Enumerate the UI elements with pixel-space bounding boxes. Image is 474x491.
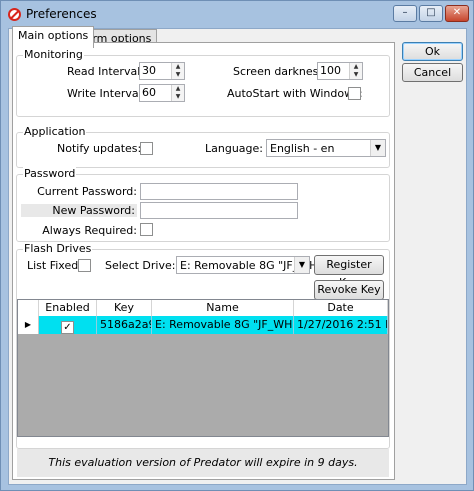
row-selector-icon[interactable]: ▶ <box>18 316 39 334</box>
read-interval-stepper[interactable]: 30 ▲ ▼ <box>139 62 185 80</box>
new-password-input[interactable] <box>140 202 298 219</box>
language-label: Language: <box>205 142 263 155</box>
flash-drives-group-title: Flash Drives <box>23 242 93 255</box>
chevron-down-icon[interactable]: ▼ <box>370 140 385 156</box>
write-interval-arrows[interactable]: ▲ ▼ <box>171 85 184 101</box>
screen-darkness-stepper[interactable]: 100 ▲ ▼ <box>317 62 363 80</box>
application-group: Application Notify updates: Language: En… <box>16 125 390 168</box>
write-interval-value: 60 <box>142 86 156 99</box>
predator-app-icon <box>8 8 21 21</box>
spin-up-icon[interactable]: ▲ <box>172 85 184 93</box>
write-interval-label: Write Interval: <box>67 87 146 100</box>
title-bar[interactable]: Preferences – □ ✕ <box>1 1 473 28</box>
enabled-checkbox[interactable]: ✓ <box>61 321 74 334</box>
select-drive-dropdown[interactable]: E: Removable 8G "JF_WHITE" ▼ <box>176 256 339 274</box>
column-header-enabled[interactable]: Enabled <box>39 300 97 316</box>
spin-down-icon[interactable]: ▼ <box>172 71 184 79</box>
maximize-button[interactable]: □ <box>419 5 443 22</box>
monitoring-group: Monitoring Read Interval: 30 ▲ ▼ Write I… <box>16 48 390 117</box>
always-required-label: Always Required: <box>42 224 137 237</box>
current-password-label: Current Password: <box>37 185 137 198</box>
column-header-date[interactable]: Date <box>294 300 388 316</box>
screen-darkness-label: Screen darkness: <box>233 65 328 78</box>
password-group: Password Current Password: New Password:… <box>16 167 390 242</box>
minimize-button[interactable]: – <box>393 5 417 22</box>
select-drive-label: Select Drive: <box>105 259 176 272</box>
close-button[interactable]: ✕ <box>445 5 469 22</box>
column-header-name[interactable]: Name <box>152 300 294 316</box>
notify-updates-checkbox[interactable] <box>140 142 153 155</box>
screen-darkness-value: 100 <box>320 64 341 77</box>
table-row[interactable]: ▶ ✓ 5186a2a9-... E: Removable 8G "JF_WHI… <box>18 316 388 334</box>
chevron-down-icon[interactable]: ▼ <box>294 257 309 273</box>
main-options-page: Monitoring Read Interval: 30 ▲ ▼ Write I… <box>12 42 395 480</box>
read-interval-arrows[interactable]: ▲ ▼ <box>171 63 184 79</box>
current-password-input[interactable] <box>140 183 298 200</box>
read-interval-label: Read Interval: <box>67 65 144 78</box>
grid-corner-cell <box>18 300 39 316</box>
monitoring-group-title: Monitoring <box>23 48 84 61</box>
application-group-title: Application <box>23 125 87 138</box>
new-password-label: New Password: <box>21 204 137 217</box>
tab-main-options[interactable]: Main options <box>12 26 95 48</box>
grid-header: Enabled Key Name Date <box>18 300 388 316</box>
write-interval-stepper[interactable]: 60 ▲ ▼ <box>139 84 185 102</box>
column-header-key[interactable]: Key <box>97 300 152 316</box>
read-interval-value: 30 <box>142 64 156 77</box>
revoke-key-button[interactable]: Revoke Key <box>314 280 384 300</box>
language-value: English - en <box>270 142 335 155</box>
always-required-checkbox[interactable] <box>140 223 153 236</box>
autostart-label: AutoStart with Windows: <box>227 87 363 100</box>
spin-up-icon[interactable]: ▲ <box>350 63 362 71</box>
spin-up-icon[interactable]: ▲ <box>172 63 184 71</box>
list-fixed-label: List Fixed: <box>27 259 82 272</box>
screen-darkness-arrows[interactable]: ▲ ▼ <box>349 63 362 79</box>
window-title: Preferences <box>26 7 97 21</box>
autostart-checkbox[interactable] <box>348 87 361 100</box>
language-select[interactable]: English - en ▼ <box>266 139 386 157</box>
enabled-cell[interactable]: ✓ <box>39 316 97 334</box>
register-key-button[interactable]: Register Key <box>314 255 384 289</box>
password-group-title: Password <box>23 167 77 180</box>
spin-down-icon[interactable]: ▼ <box>350 71 362 79</box>
client-area: Main options Alarm options Monitoring Re… <box>8 26 467 485</box>
name-cell[interactable]: E: Removable 8G "JF_WHITE" <box>152 316 294 334</box>
flash-drives-grid[interactable]: Enabled Key Name Date ▶ ✓ 5186a2a9-... E… <box>17 299 389 437</box>
spin-down-icon[interactable]: ▼ <box>172 93 184 101</box>
ok-button[interactable]: Ok <box>402 42 463 61</box>
list-fixed-checkbox[interactable] <box>78 259 91 272</box>
preferences-window: Preferences – □ ✕ Main options Alarm opt… <box>0 0 474 491</box>
cancel-button[interactable]: Cancel <box>402 63 463 82</box>
evaluation-notice: This evaluation version of Predator will… <box>17 449 389 477</box>
notify-updates-label: Notify updates: <box>57 142 142 155</box>
key-cell[interactable]: 5186a2a9-... <box>97 316 152 334</box>
date-cell[interactable]: 1/27/2016 2:51 PM <box>294 316 388 334</box>
